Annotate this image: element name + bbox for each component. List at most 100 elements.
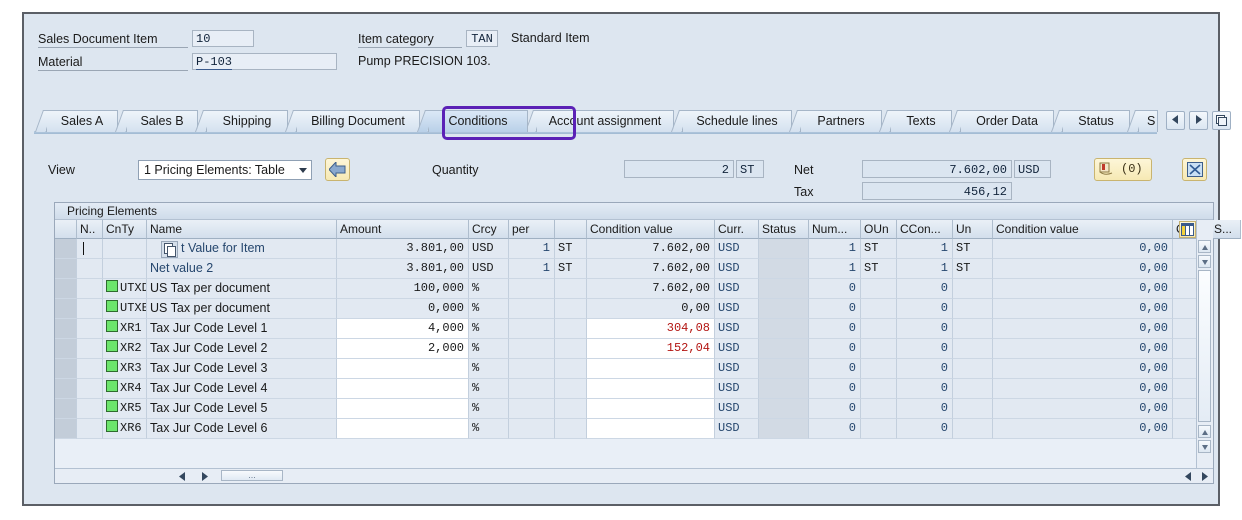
cell-un[interactable] [953, 399, 993, 419]
cell-per[interactable] [509, 339, 555, 359]
cell-condition-value[interactable]: 152,04 [587, 339, 715, 359]
cell-per-uom[interactable] [555, 399, 587, 419]
tab-order-data[interactable]: Order Data [960, 110, 1054, 132]
hscroll-thumb[interactable]: ... [221, 470, 283, 481]
cell-condition-value-2[interactable]: 0,00 [993, 299, 1173, 319]
cell-oun[interactable] [861, 279, 897, 299]
cell-oun[interactable]: ST [861, 239, 897, 259]
cell-ccon[interactable]: 0 [897, 399, 953, 419]
cell-crcy[interactable]: % [469, 339, 509, 359]
cell-condition-value-2[interactable]: 0,00 [993, 339, 1173, 359]
cell-ccon[interactable]: 1 [897, 239, 953, 259]
cell-name[interactable]: Tax Jur Code Level 5 [147, 399, 337, 419]
cell-per[interactable] [509, 399, 555, 419]
cell-n[interactable] [77, 399, 103, 419]
cell-name[interactable]: Tax Jur Code Level 6 [147, 419, 337, 439]
scroll-page-up-button[interactable] [1198, 425, 1211, 438]
cell-condition-value-2[interactable]: 0,00 [993, 419, 1173, 439]
scroll-up-button[interactable] [1198, 240, 1211, 253]
cell-un[interactable]: ST [953, 259, 993, 279]
cell-ccon[interactable]: 0 [897, 279, 953, 299]
cell-amount[interactable] [337, 359, 469, 379]
column-header-peruom[interactable] [555, 220, 587, 239]
tab-scroll-left-button[interactable] [1166, 111, 1185, 130]
cell-num[interactable]: 1 [809, 239, 861, 259]
column-header-cnty[interactable]: CnTy [103, 220, 147, 239]
item-category-field[interactable]: TAN [466, 30, 498, 47]
cell-per[interactable]: 1 [509, 239, 555, 259]
column-header-status[interactable]: Status [759, 220, 809, 239]
column-header-curr[interactable]: Curr. [715, 220, 759, 239]
cell-row-selector[interactable] [55, 279, 77, 299]
cell-num[interactable]: 0 [809, 379, 861, 399]
hscroll-right-button[interactable] [199, 470, 211, 481]
sales-doc-item-field[interactable]: 10 [192, 30, 254, 47]
column-header-crcy[interactable]: Crcy [469, 220, 509, 239]
cell-currency[interactable]: USD [715, 359, 759, 379]
cell-condition-value-2[interactable]: 0,00 [993, 379, 1173, 399]
view-select[interactable]: 1 Pricing Elements: Table [138, 160, 312, 180]
cell-name[interactable]: t Value for Item [147, 239, 337, 259]
cell-per-uom[interactable] [555, 299, 587, 319]
cell-amount[interactable]: 100,000 [337, 279, 469, 299]
cell-row-selector[interactable] [55, 259, 77, 279]
cell-condition-value[interactable]: 7.602,00 [587, 279, 715, 299]
cell-per-uom[interactable] [555, 319, 587, 339]
cell-ccon[interactable]: 0 [897, 319, 953, 339]
copy-icon[interactable] [161, 241, 178, 258]
cell-per[interactable]: 1 [509, 259, 555, 279]
cell-crcy[interactable]: % [469, 299, 509, 319]
cell-n[interactable] [77, 299, 103, 319]
cell-crcy[interactable]: % [469, 379, 509, 399]
cell-cnty[interactable]: XR4 [103, 379, 147, 399]
cell-status[interactable] [759, 359, 809, 379]
tab-status[interactable]: Status [1062, 110, 1130, 132]
cell-per[interactable] [509, 379, 555, 399]
cell-un[interactable] [953, 299, 993, 319]
cell-currency[interactable]: USD [715, 279, 759, 299]
cell-condition-value[interactable]: 7.602,00 [587, 259, 715, 279]
cell-un[interactable] [953, 339, 993, 359]
cell-currency[interactable]: USD [715, 259, 759, 279]
cell-n[interactable] [77, 359, 103, 379]
tab-list-button[interactable] [1212, 111, 1231, 130]
cell-n[interactable] [77, 279, 103, 299]
cell-num[interactable]: 0 [809, 419, 861, 439]
cell-row-selector[interactable] [55, 399, 77, 419]
column-header-s[interactable]: S... [1211, 220, 1241, 239]
cell-name[interactable]: Tax Jur Code Level 3 [147, 359, 337, 379]
cell-ccon[interactable]: 0 [897, 359, 953, 379]
cell-per[interactable] [509, 299, 555, 319]
table-row[interactable]: XR5 Tax Jur Code Level 5% USD 0 0 0,00 [55, 399, 1213, 419]
cell-currency[interactable]: USD [715, 419, 759, 439]
column-header-n[interactable]: N.. [77, 220, 103, 239]
cell-oun[interactable] [861, 419, 897, 439]
cell-crcy[interactable]: % [469, 279, 509, 299]
cell-condition-value[interactable]: 0,00 [587, 299, 715, 319]
cell-amount[interactable]: 3.801,00 [337, 239, 469, 259]
cell-amount[interactable] [337, 379, 469, 399]
cell-per[interactable] [509, 419, 555, 439]
cell-row-selector[interactable] [55, 299, 77, 319]
cell-oun[interactable] [861, 339, 897, 359]
cell-status[interactable] [759, 259, 809, 279]
fullscreen-button[interactable] [1182, 158, 1207, 181]
back-button[interactable] [325, 158, 350, 181]
cell-num[interactable]: 1 [809, 259, 861, 279]
cell-status[interactable] [759, 239, 809, 259]
table-row[interactable]: XR1 Tax Jur Code Level 1 4,000% 304,08 USD 0 0… [55, 319, 1213, 339]
cell-n[interactable] [77, 379, 103, 399]
cell-crcy[interactable]: % [469, 419, 509, 439]
table-row[interactable]: XR2 Tax Jur Code Level 2 2,000% 152,04 USD 0 0… [55, 339, 1213, 359]
tab-billing-document[interactable]: Billing Document [296, 110, 420, 132]
cell-ccon[interactable]: 0 [897, 299, 953, 319]
cell-ccon[interactable]: 0 [897, 379, 953, 399]
cell-condition-value[interactable] [587, 379, 715, 399]
cell-per-uom[interactable] [555, 419, 587, 439]
table-row[interactable]: XR3 Tax Jur Code Level 3% USD 0 0 0,00 [55, 359, 1213, 379]
column-header-condvalue[interactable]: Condition value [587, 220, 715, 239]
cell-oun[interactable] [861, 319, 897, 339]
column-header-condvalue2[interactable]: Condition value [993, 220, 1173, 239]
cell-amount[interactable]: 3.801,00 [337, 259, 469, 279]
cell-crcy[interactable]: % [469, 399, 509, 419]
